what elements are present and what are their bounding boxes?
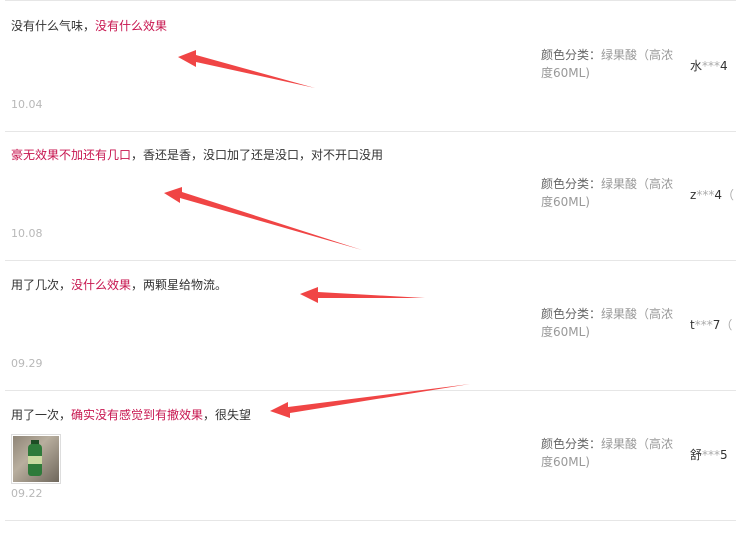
annotation-arrow-2 [164, 187, 362, 250]
annotation-arrow-3 [300, 287, 425, 303]
annotation-arrows [164, 50, 470, 418]
annotation-arrow-4 [270, 384, 470, 418]
annotation-arrow-1 [178, 50, 315, 88]
